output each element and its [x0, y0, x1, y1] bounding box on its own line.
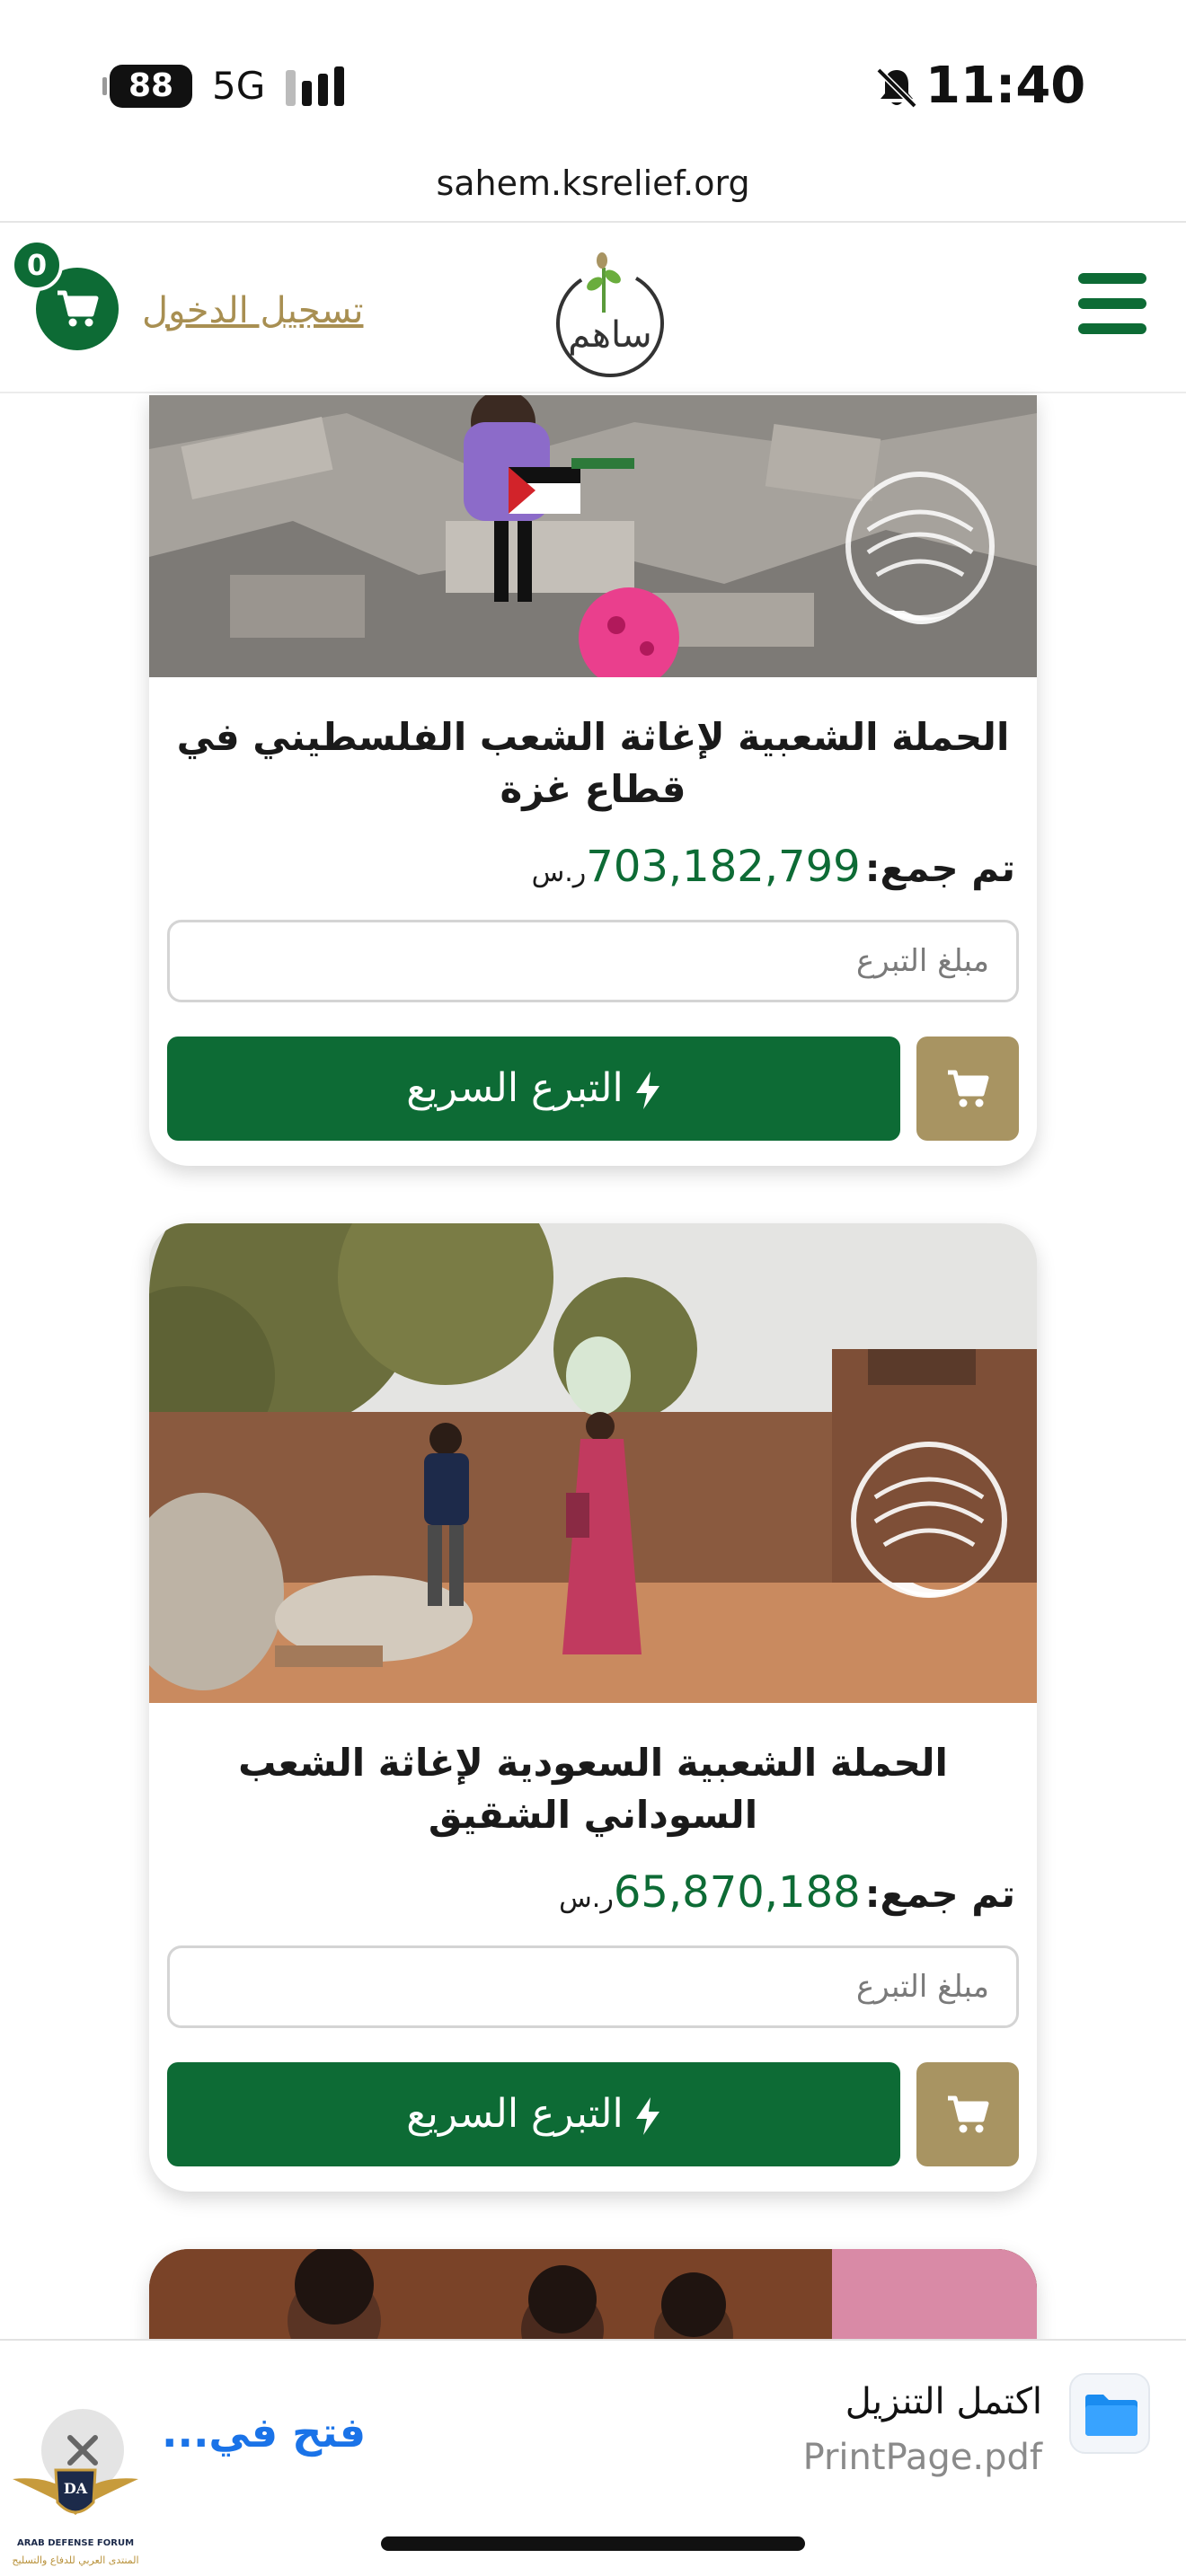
quick-donate-button[interactable]: التبرع السريع: [167, 1037, 900, 1141]
quick-donate-label: التبرع السريع: [406, 2091, 624, 2137]
site-header: 0 تسجيل الدخول ساهم: [0, 223, 1186, 393]
campaign-title[interactable]: الحملة الشعبية السعودية لإغاثة الشعب الس…: [167, 1737, 1019, 1841]
campaign-image[interactable]: [149, 395, 1037, 677]
battery-indicator: 88: [102, 65, 192, 108]
currency-label: ر.س: [559, 1883, 614, 1914]
cart-count-badge: 0: [11, 239, 63, 291]
address-bar[interactable]: sahem.ksrelief.org: [0, 160, 1186, 207]
signal-strength-icon: [286, 66, 347, 106]
cart-icon: [58, 290, 99, 327]
downloaded-file-name: PrintPage.pdf: [802, 2437, 1042, 2478]
sahem-logo[interactable]: ساهم: [543, 241, 677, 384]
forum-name: ARAB DEFENSE FORUM: [16, 2538, 135, 2548]
campaign-image[interactable]: [149, 1223, 1037, 1703]
raised-amount: 703,182,799: [586, 842, 861, 892]
campaign-title[interactable]: الحملة الشعبية لإغاثة الشعب الفلسطيني في…: [167, 711, 1019, 816]
add-to-cart-button[interactable]: [916, 2062, 1019, 2166]
open-in-button[interactable]: فتح في...: [162, 2407, 366, 2457]
donation-amount-input[interactable]: [167, 1945, 1019, 2028]
donation-amount-input[interactable]: [167, 920, 1019, 1002]
home-indicator[interactable]: [381, 2536, 805, 2551]
cart-icon: [948, 1070, 989, 1107]
raised-amount: 65,870,188: [613, 1867, 861, 1918]
login-link[interactable]: تسجيل الدخول: [142, 286, 363, 336]
download-status: اكتمل التنزيل: [845, 2381, 1042, 2422]
folder-icon[interactable]: [1069, 2373, 1150, 2454]
lightning-icon: [635, 1072, 659, 1109]
raised-total: تم جمع: 703,182,799ر.س: [532, 839, 1015, 895]
files-icon: [1085, 2395, 1137, 2436]
svg-text:DA: DA: [64, 2480, 88, 2497]
raised-label: تم جمع:: [864, 1872, 1015, 1916]
quick-donate-button[interactable]: التبرع السريع: [167, 2062, 900, 2166]
bell-muted-icon: [876, 67, 917, 109]
quick-donate-label: التبرع السريع: [406, 1065, 624, 1111]
currency-label: ر.س: [531, 857, 587, 888]
campaign-card: الحملة الشعبية السعودية لإغاثة الشعب الس…: [149, 1223, 1037, 2192]
network-type: 5G: [212, 64, 266, 108]
forum-logo-icon: DA: [13, 2468, 138, 2515]
clock: 11:40: [925, 57, 1086, 115]
menu-icon[interactable]: [1078, 273, 1146, 334]
campaign-card: الحملة الشعبية لإغاثة الشعب الفلسطيني في…: [149, 395, 1037, 1166]
cart-icon: [948, 2095, 989, 2133]
status-bar: 88 5G 11:40 sahem.ksrelief.org: [0, 0, 1186, 203]
lightning-icon: [635, 2097, 659, 2135]
forum-watermark: DA ARAB DEFENSE FORUM المنتدى العربي للد…: [4, 2452, 147, 2572]
raised-total: تم جمع: 65,870,188ر.س: [559, 1865, 1015, 1920]
raised-label: تم جمع:: [864, 846, 1015, 890]
add-to-cart-button[interactable]: [916, 1037, 1019, 1141]
logo-text: ساهم: [568, 314, 651, 356]
forum-subtitle: المنتدى العربي للدفاع والتسليح: [12, 2554, 139, 2566]
